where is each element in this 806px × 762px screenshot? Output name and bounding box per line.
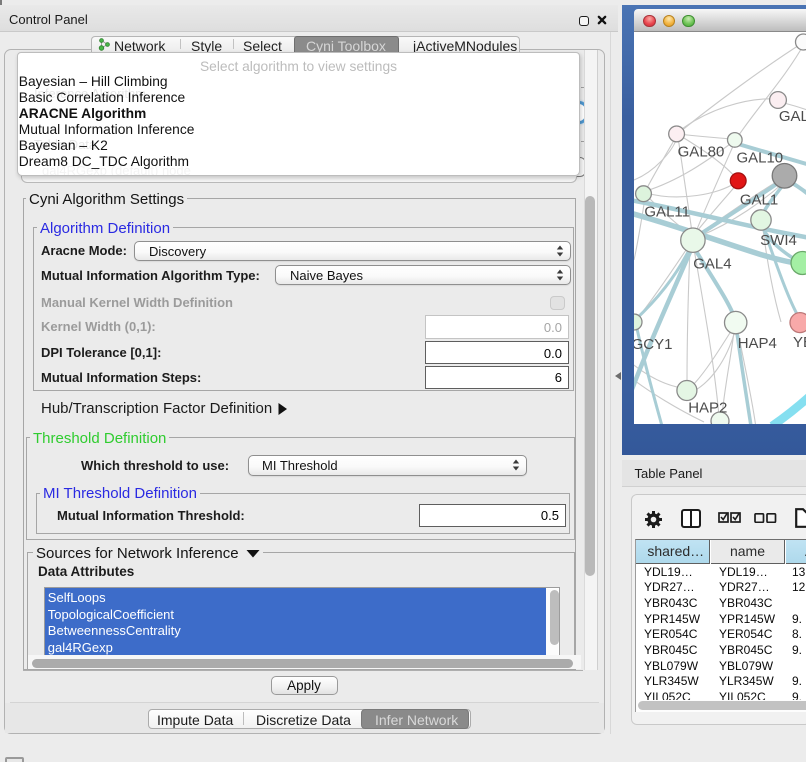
svg-text:SWI4: SWI4	[760, 232, 797, 249]
svg-text:GAL11: GAL11	[644, 203, 690, 220]
svg-text:YB: YB	[793, 334, 806, 351]
svg-text:GAL1: GAL1	[740, 191, 778, 208]
svg-text:GAL80: GAL80	[678, 143, 725, 160]
svg-text:GAL4: GAL4	[693, 255, 731, 272]
svg-text:GCY1: GCY1	[634, 336, 672, 353]
svg-text:HAP2: HAP2	[688, 399, 727, 416]
svg-text:GAL7: GAL7	[779, 108, 806, 125]
svg-text:GAL10: GAL10	[736, 149, 783, 166]
svg-text:HAP4: HAP4	[738, 335, 777, 352]
